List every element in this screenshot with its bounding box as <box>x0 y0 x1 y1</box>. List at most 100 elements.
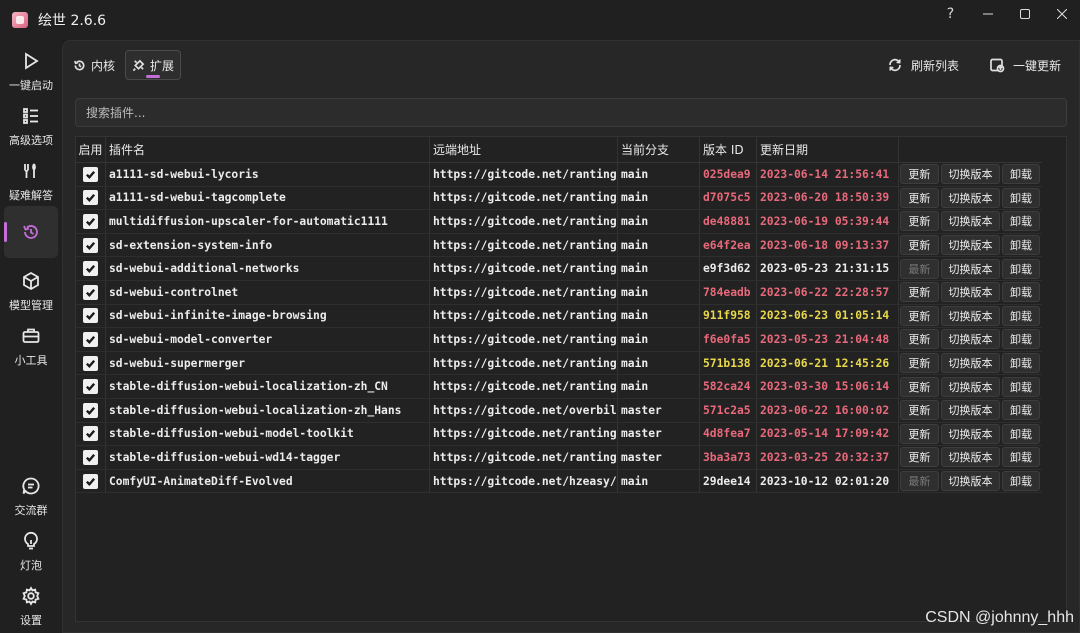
sidebar-item-version-management[interactable] <box>4 206 58 258</box>
switch-version-button[interactable]: 切换版本 <box>940 258 1001 279</box>
update-button[interactable]: 更新 <box>900 235 939 256</box>
search-input[interactable]: 搜索插件... <box>75 98 1067 127</box>
enabled-checkbox[interactable] <box>83 237 98 253</box>
maximize-button[interactable] <box>1006 0 1043 28</box>
tab-extensions[interactable]: 扩展 <box>125 50 182 80</box>
check-icon <box>85 265 96 274</box>
update-button[interactable]: 更新 <box>900 211 939 232</box>
column-header-remote[interactable]: 远端地址 <box>430 137 618 162</box>
minimize-button[interactable] <box>969 0 1006 28</box>
enabled-checkbox[interactable] <box>83 402 98 418</box>
uninstall-button[interactable]: 卸载 <box>1002 447 1040 468</box>
enabled-checkbox[interactable] <box>83 284 98 300</box>
actions-cell: 更新 切换版本 卸载 <box>899 328 1042 351</box>
uninstall-button[interactable]: 卸载 <box>1002 282 1040 303</box>
uninstall-button[interactable]: 卸载 <box>1002 305 1040 326</box>
actions-cell: 更新 切换版本 卸载 <box>899 210 1042 233</box>
sidebar-item-community[interactable]: 交流群 <box>0 471 62 523</box>
uninstall-button[interactable]: 卸载 <box>1002 329 1040 350</box>
help-button[interactable]: ? <box>932 0 969 28</box>
extension-name: stable-diffusion-webui-wd14-tagger <box>106 446 430 469</box>
update-button[interactable]: 更新 <box>900 447 939 468</box>
update-button[interactable]: 更新 <box>900 353 939 374</box>
update-date: 2023-06-18 09:13:37 <box>757 233 899 257</box>
enabled-cell <box>76 257 106 280</box>
column-header-date[interactable]: 更新日期 <box>757 137 899 162</box>
switch-version-button[interactable]: 切换版本 <box>940 447 1001 468</box>
update-button[interactable]: 更新 <box>900 187 939 208</box>
uninstall-button[interactable]: 卸载 <box>1002 187 1040 208</box>
enabled-checkbox[interactable] <box>83 213 98 229</box>
uninstall-button[interactable]: 卸载 <box>1002 376 1040 397</box>
column-header-version-id[interactable]: 版本 ID <box>700 137 757 162</box>
uninstall-button[interactable]: 卸载 <box>1002 211 1040 232</box>
enabled-cell <box>76 210 106 233</box>
update-button[interactable]: 更新 <box>900 329 939 350</box>
switch-version-button[interactable]: 切换版本 <box>940 164 1001 185</box>
sidebar-item-launch[interactable]: 一键启动 <box>0 46 62 98</box>
uninstall-button[interactable]: 卸载 <box>1002 235 1040 256</box>
enabled-checkbox[interactable] <box>83 355 98 371</box>
switch-version-button[interactable]: 切换版本 <box>940 211 1001 232</box>
extension-name: stable-diffusion-webui-localization-zh_C… <box>106 375 430 398</box>
switch-version-button[interactable]: 切换版本 <box>940 471 1001 492</box>
column-header-branch[interactable]: 当前分支 <box>618 137 700 162</box>
update-button[interactable]: 更新 <box>900 423 939 444</box>
extension-name: stable-diffusion-webui-model-toolkit <box>106 422 430 446</box>
update-button[interactable]: 更新 <box>900 164 939 185</box>
actions-cell: 更新 切换版本 卸载 <box>899 375 1042 398</box>
switch-version-button[interactable]: 切换版本 <box>940 423 1001 444</box>
enabled-checkbox[interactable] <box>83 426 98 442</box>
update-button[interactable]: 更新 <box>900 282 939 303</box>
enabled-checkbox[interactable] <box>83 261 98 277</box>
enabled-checkbox[interactable] <box>83 473 98 489</box>
uninstall-button[interactable]: 卸载 <box>1002 353 1040 374</box>
switch-version-button[interactable]: 切换版本 <box>940 400 1001 421</box>
tab-core[interactable]: 内核 <box>67 50 121 80</box>
update-button[interactable]: 更新 <box>900 400 939 421</box>
sidebar-item-tools[interactable]: 小工具 <box>0 321 62 373</box>
column-header-name[interactable]: 插件名 <box>106 137 430 162</box>
update-date: 2023-06-23 01:05:14 <box>757 304 899 328</box>
update-all-button[interactable]: 一键更新 <box>977 51 1079 79</box>
uninstall-button[interactable]: 卸载 <box>1002 258 1040 279</box>
toolbar-actions: 刷新列表 一键更新 <box>875 51 1079 79</box>
enabled-checkbox[interactable] <box>83 379 98 395</box>
switch-version-button[interactable]: 切换版本 <box>940 282 1001 303</box>
switch-version-button[interactable]: 切换版本 <box>940 376 1001 397</box>
actions-cell: 最新 切换版本 卸载 <box>899 470 1042 493</box>
sidebar-item-troubleshoot[interactable]: 疑难解答 <box>0 156 62 208</box>
check-icon <box>85 241 96 250</box>
update-button[interactable]: 更新 <box>900 305 939 326</box>
sidebar-item-advanced[interactable]: 高级选项 <box>0 101 62 153</box>
enabled-checkbox[interactable] <box>83 449 98 465</box>
extension-name: multidiffusion-upscaler-for-automatic111… <box>106 210 430 233</box>
switch-version-button[interactable]: 切换版本 <box>940 353 1001 374</box>
uninstall-button[interactable]: 卸载 <box>1002 164 1040 185</box>
switch-version-button[interactable]: 切换版本 <box>940 235 1001 256</box>
switch-version-button[interactable]: 切换版本 <box>940 305 1001 326</box>
refresh-list-button[interactable]: 刷新列表 <box>875 51 977 79</box>
sidebar-item-settings[interactable]: 设置 <box>0 581 62 633</box>
actions-cell: 更新 切换版本 卸载 <box>899 187 1042 210</box>
uninstall-button[interactable]: 卸载 <box>1002 423 1040 444</box>
check-icon <box>85 430 96 439</box>
close-button[interactable] <box>1043 0 1080 28</box>
remote-url: https://gitcode.net/ranting <box>430 210 618 233</box>
version-id: f6e0fa5 <box>700 328 757 351</box>
switch-version-button[interactable]: 切换版本 <box>940 329 1001 350</box>
column-header-enabled[interactable]: 启用 <box>76 137 106 162</box>
sidebar-item-models[interactable]: 模型管理 <box>0 266 62 318</box>
switch-version-button[interactable]: 切换版本 <box>940 187 1001 208</box>
enabled-checkbox[interactable] <box>83 190 98 206</box>
uninstall-button[interactable]: 卸载 <box>1002 471 1040 492</box>
update-button[interactable]: 最新 <box>900 471 939 492</box>
update-button[interactable]: 最新 <box>900 258 939 279</box>
enabled-checkbox[interactable] <box>83 331 98 347</box>
enabled-checkbox[interactable] <box>83 308 98 324</box>
enabled-checkbox[interactable] <box>83 166 98 182</box>
uninstall-button[interactable]: 卸载 <box>1002 400 1040 421</box>
sidebar-item-lightbulb[interactable]: 灯泡 <box>0 526 62 578</box>
remote-url: https://gitcode.net/ranting <box>430 351 618 375</box>
update-button[interactable]: 更新 <box>900 376 939 397</box>
